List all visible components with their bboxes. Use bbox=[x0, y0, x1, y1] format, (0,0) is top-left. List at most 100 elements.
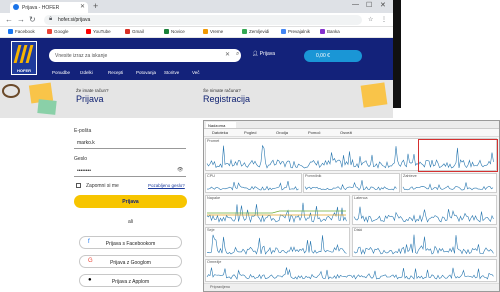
reload-icon[interactable]: ↻ bbox=[29, 15, 36, 24]
social-login-button[interactable]: Prijava z Googlom bbox=[79, 255, 182, 268]
cart-button[interactable]: 0,00 € bbox=[304, 50, 362, 62]
google-icon: G bbox=[88, 258, 93, 264]
header-login-link[interactable]: 👤︎ Prijava bbox=[252, 51, 275, 57]
monitor-toolbar-item[interactable]: Orodja bbox=[276, 130, 288, 135]
sparkline-path bbox=[207, 210, 346, 214]
monitor-status-bar: Pripravljeno bbox=[204, 283, 499, 291]
bookmark-icon bbox=[47, 29, 52, 34]
nav-category[interactable]: Storitve bbox=[164, 70, 179, 75]
bookmark-item[interactable]: Google bbox=[47, 29, 69, 34]
tab-favicon-icon bbox=[13, 4, 19, 10]
sparkline-path bbox=[207, 181, 299, 191]
chart-panel-title: Omrežje bbox=[207, 260, 222, 264]
nav-category[interactable]: Ponudbe bbox=[52, 70, 70, 75]
sparkline-path bbox=[206, 267, 494, 280]
sparkline-chart bbox=[206, 202, 347, 224]
sparkline-chart bbox=[353, 206, 494, 223]
bookmark-item[interactable]: Zemljevidi bbox=[242, 29, 269, 34]
remember-label: Zapomni si me bbox=[86, 183, 119, 189]
monitor-toolbar-item[interactable]: Osveži bbox=[340, 130, 352, 135]
sparkline-path bbox=[353, 234, 494, 255]
window-close-icon[interactable]: ✕ bbox=[380, 1, 386, 9]
bookmark-label: Prevajalnik bbox=[288, 29, 311, 34]
clear-search-icon[interactable]: ✕ bbox=[225, 51, 230, 58]
monitor-tab[interactable]: Nadzorna plošča bbox=[206, 122, 236, 133]
or-divider: ali bbox=[128, 219, 134, 225]
logo-text: HOFER bbox=[17, 68, 31, 73]
nav-category[interactable]: Več bbox=[192, 70, 200, 75]
facebook-icon: f bbox=[88, 239, 90, 245]
login-button[interactable]: Prijava bbox=[74, 195, 187, 208]
search-icon[interactable]: ⌕ bbox=[236, 51, 244, 59]
bookmark-item[interactable]: Facebook bbox=[8, 29, 35, 34]
forward-icon[interactable]: → bbox=[17, 15, 25, 24]
bookmark-item[interactable]: Gmail bbox=[125, 29, 144, 34]
nav-category[interactable]: Izdelki bbox=[80, 70, 93, 75]
social-login-button[interactable]: Prijava z Applom bbox=[79, 274, 182, 287]
tab-title: Prijava - HOFER bbox=[22, 5, 60, 11]
url-text: hofer.si/prijava bbox=[58, 17, 91, 23]
forgot-password-link[interactable]: Pozabljeno geslo? bbox=[148, 183, 185, 188]
email-field[interactable]: marko.k bbox=[74, 135, 186, 149]
new-tab-icon[interactable]: + bbox=[93, 1, 98, 11]
bookmark-item[interactable]: Vreme bbox=[203, 29, 223, 34]
bookmark-icon bbox=[8, 29, 13, 34]
chart-panel-title: Zahteve bbox=[403, 174, 417, 178]
desktop-area bbox=[393, 0, 500, 108]
bookmark-item[interactable]: Novice bbox=[164, 29, 185, 34]
nav-category[interactable]: Potovanja bbox=[136, 70, 156, 75]
bookmark-icon bbox=[281, 29, 286, 34]
remember-checkbox[interactable] bbox=[76, 183, 81, 188]
sparkline-path bbox=[206, 202, 347, 224]
address-bar[interactable]: hofer.si/prijava bbox=[44, 15, 362, 25]
back-icon[interactable]: ← bbox=[5, 15, 13, 24]
header-login-label: Prijava bbox=[259, 51, 276, 57]
search-input[interactable]: Vnesite izraz za iskanje bbox=[49, 49, 241, 62]
bookmark-icon bbox=[320, 29, 325, 34]
monitor-toolbar-item[interactable]: Pogled bbox=[244, 130, 256, 135]
bookmark-label: Novice bbox=[171, 29, 185, 34]
bookmark-label: Google bbox=[54, 29, 69, 34]
bookmark-icon bbox=[125, 29, 130, 34]
chart-panel-title: Seje bbox=[207, 228, 215, 232]
password-label: Geslo bbox=[74, 156, 88, 162]
window-border bbox=[393, 0, 401, 108]
lock-icon[interactable]: 🔒︎ bbox=[49, 16, 52, 23]
bookmark-label: YouTube bbox=[93, 29, 111, 34]
sparkline-path bbox=[304, 180, 397, 191]
bookmark-label: Gmail bbox=[132, 29, 144, 34]
login-subtitle: Že imate račun? bbox=[76, 88, 109, 93]
bookmark-item[interactable]: Prevajalnik bbox=[281, 29, 310, 34]
show-password-icon[interactable]: 👁︎ bbox=[177, 167, 183, 173]
minimize-icon[interactable]: — bbox=[352, 1, 359, 8]
monitor-toolbar-item[interactable]: Datoteka bbox=[212, 130, 228, 135]
menu-icon[interactable]: ⋮ bbox=[381, 16, 387, 23]
monitor-toolbar-item[interactable]: Pomoč bbox=[308, 130, 320, 135]
bookmark-label: Banka bbox=[327, 29, 340, 34]
status-text: Pripravljeno bbox=[210, 285, 231, 289]
browser-tab[interactable]: Prijava - HOFER bbox=[10, 2, 88, 13]
sparkline-path bbox=[402, 182, 494, 191]
star-icon[interactable]: ☆ bbox=[368, 16, 373, 23]
nav-category[interactable]: Recepti bbox=[108, 70, 123, 75]
social-login-button[interactable]: Prijava s Facebookom bbox=[79, 236, 182, 249]
chart-panel-title: CPU bbox=[207, 174, 216, 178]
maximize-icon[interactable]: ☐ bbox=[366, 1, 372, 9]
sparkline-chart bbox=[206, 267, 494, 280]
bookmark-item[interactable]: YouTube bbox=[86, 29, 111, 34]
chart-panel-title: Pomnilnik bbox=[305, 174, 322, 178]
bookmark-icon bbox=[203, 29, 208, 34]
apple-icon: ● bbox=[88, 277, 92, 283]
bookmark-icon bbox=[86, 29, 91, 34]
sparkline-chart bbox=[304, 180, 397, 191]
tab-close-icon[interactable]: ✕ bbox=[80, 3, 85, 10]
sticky-note-image bbox=[360, 82, 388, 108]
chart-panel-title: Promet bbox=[207, 139, 220, 143]
email-label: E-pošta bbox=[74, 128, 92, 134]
sparkline-chart bbox=[353, 234, 494, 255]
cart-label: 0,00 € bbox=[316, 53, 330, 59]
bookmark-label: Zemljevidi bbox=[249, 29, 270, 34]
bookmark-item[interactable]: Banka bbox=[320, 29, 340, 34]
password-field[interactable]: •••••••• bbox=[74, 163, 186, 177]
chart-panel-title: Diski bbox=[354, 228, 363, 232]
